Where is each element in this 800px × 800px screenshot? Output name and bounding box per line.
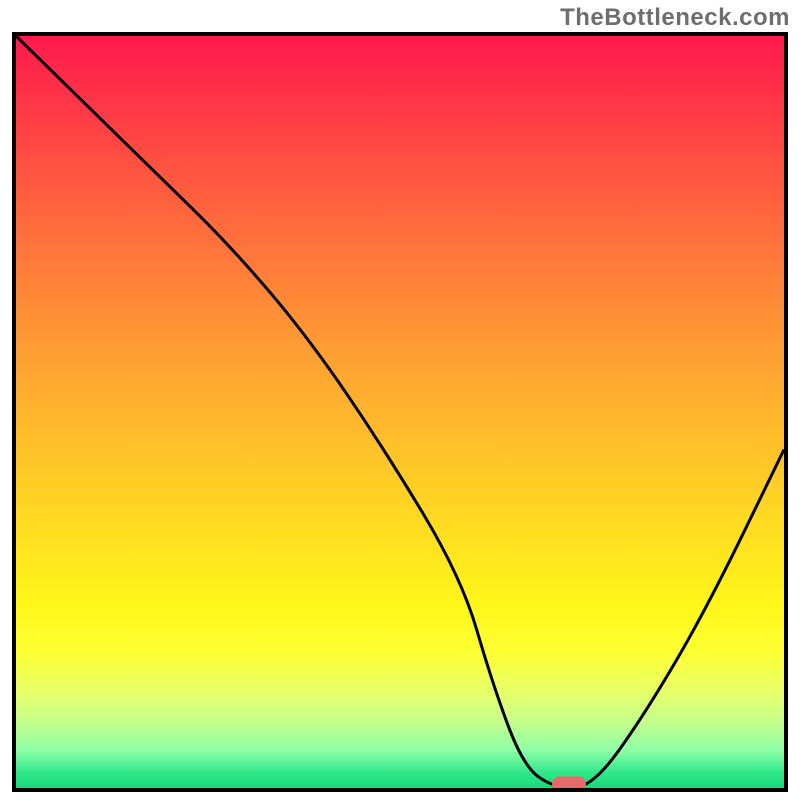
chart-container: TheBottleneck.com [0, 0, 800, 800]
curve-path [16, 36, 784, 788]
bottleneck-curve [16, 36, 784, 788]
watermark-text: TheBottleneck.com [560, 4, 790, 32]
sweet-spot-marker [552, 777, 586, 792]
plot-area [12, 32, 788, 792]
